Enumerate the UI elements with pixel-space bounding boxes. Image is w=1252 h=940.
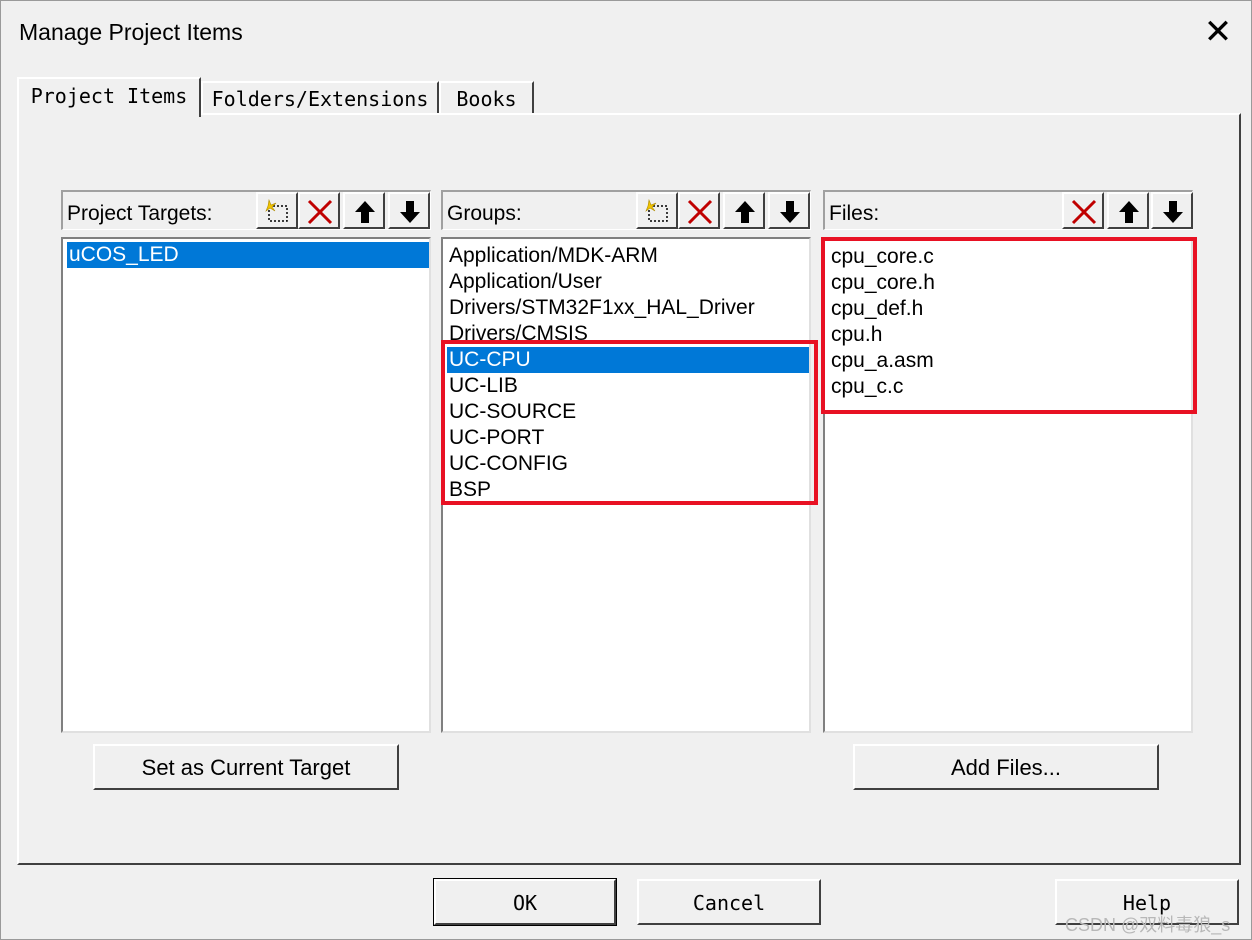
- files-list[interactable]: cpu_core.c cpu_core.h cpu_def.h cpu.h cp…: [823, 237, 1193, 733]
- list-item-group[interactable]: Application/User: [447, 269, 602, 295]
- set-current-target-button[interactable]: Set as Current Target: [93, 744, 399, 790]
- list-item-group[interactable]: BSP: [447, 477, 491, 503]
- manage-project-items-dialog: Manage Project Items ✕ Project Items Fol…: [0, 0, 1252, 940]
- delete-icon: [687, 199, 713, 225]
- tab-folders-extensions[interactable]: Folders/Extensions: [201, 81, 439, 115]
- delete-group-button[interactable]: [678, 192, 720, 229]
- move-file-up-button[interactable]: [1107, 192, 1149, 229]
- ok-button[interactable]: OK: [434, 879, 616, 925]
- list-item-group[interactable]: Application/MDK-ARM: [447, 243, 658, 269]
- list-item-group[interactable]: Drivers/STM32F1xx_HAL_Driver: [447, 295, 755, 321]
- groups-header: Groups:: [441, 190, 811, 230]
- list-item-group[interactable]: UC-LIB: [447, 373, 518, 399]
- move-group-down-button[interactable]: [768, 192, 810, 229]
- files-label: Files:: [829, 202, 880, 225]
- tab-label: Project Items: [30, 84, 188, 108]
- list-item-file[interactable]: cpu_c.c: [829, 374, 903, 400]
- move-down-icon: [1163, 201, 1183, 223]
- tab-books[interactable]: Books: [439, 81, 534, 115]
- add-files-button[interactable]: Add Files...: [853, 744, 1159, 790]
- list-item-group[interactable]: UC-CPU: [447, 347, 809, 373]
- new-group-button[interactable]: [636, 192, 678, 229]
- move-up-icon: [355, 201, 375, 223]
- cancel-button[interactable]: Cancel: [637, 879, 821, 925]
- button-label: Add Files...: [950, 755, 1062, 780]
- list-item-file[interactable]: cpu_def.h: [829, 296, 923, 322]
- delete-icon: [307, 199, 333, 225]
- move-target-down-button[interactable]: [388, 192, 430, 229]
- tab-label: Folders/Extensions: [211, 87, 429, 111]
- tab-project-items[interactable]: Project Items: [17, 77, 201, 117]
- list-item-file[interactable]: cpu_a.asm: [829, 348, 934, 374]
- move-group-up-button[interactable]: [723, 192, 765, 229]
- move-down-icon: [400, 201, 420, 223]
- close-icon[interactable]: ✕: [1198, 11, 1238, 53]
- move-up-icon: [735, 201, 755, 223]
- move-target-up-button[interactable]: [343, 192, 385, 229]
- new-icon: [265, 198, 288, 222]
- list-item-group[interactable]: UC-PORT: [447, 425, 544, 451]
- move-file-down-button[interactable]: [1151, 192, 1193, 229]
- button-label: Cancel: [692, 891, 766, 915]
- delete-icon: [1071, 199, 1097, 225]
- new-icon: [645, 198, 668, 222]
- project-targets-header: Project Targets:: [61, 190, 431, 230]
- files-header: Files:: [823, 190, 1193, 230]
- list-item-file[interactable]: cpu.h: [829, 322, 882, 348]
- dialog-title: Manage Project Items: [19, 19, 243, 45]
- project-targets-label: Project Targets:: [67, 202, 213, 225]
- groups-label: Groups:: [447, 202, 522, 225]
- move-up-icon: [1119, 201, 1139, 223]
- list-item-group[interactable]: UC-SOURCE: [447, 399, 576, 425]
- move-down-icon: [780, 201, 800, 223]
- button-label: Set as Current Target: [141, 755, 351, 780]
- list-item-file[interactable]: cpu_core.c: [829, 244, 934, 270]
- title-bar: Manage Project Items ✕: [1, 1, 1251, 65]
- list-item-file[interactable]: cpu_core.h: [829, 270, 935, 296]
- tab-label: Books: [456, 87, 517, 111]
- list-item-target[interactable]: uCOS_LED: [67, 242, 429, 268]
- delete-target-button[interactable]: [298, 192, 340, 229]
- watermark: CSDN @双料毒狼_s: [1065, 915, 1231, 935]
- list-item-group[interactable]: Drivers/CMSIS: [447, 321, 588, 347]
- groups-list[interactable]: Application/MDK-ARM Application/User Dri…: [441, 237, 811, 733]
- list-item-group[interactable]: UC-CONFIG: [447, 451, 568, 477]
- new-target-button[interactable]: [256, 192, 298, 229]
- delete-file-button[interactable]: [1062, 192, 1104, 229]
- project-targets-list[interactable]: uCOS_LED: [61, 237, 431, 733]
- button-label: OK: [512, 891, 538, 915]
